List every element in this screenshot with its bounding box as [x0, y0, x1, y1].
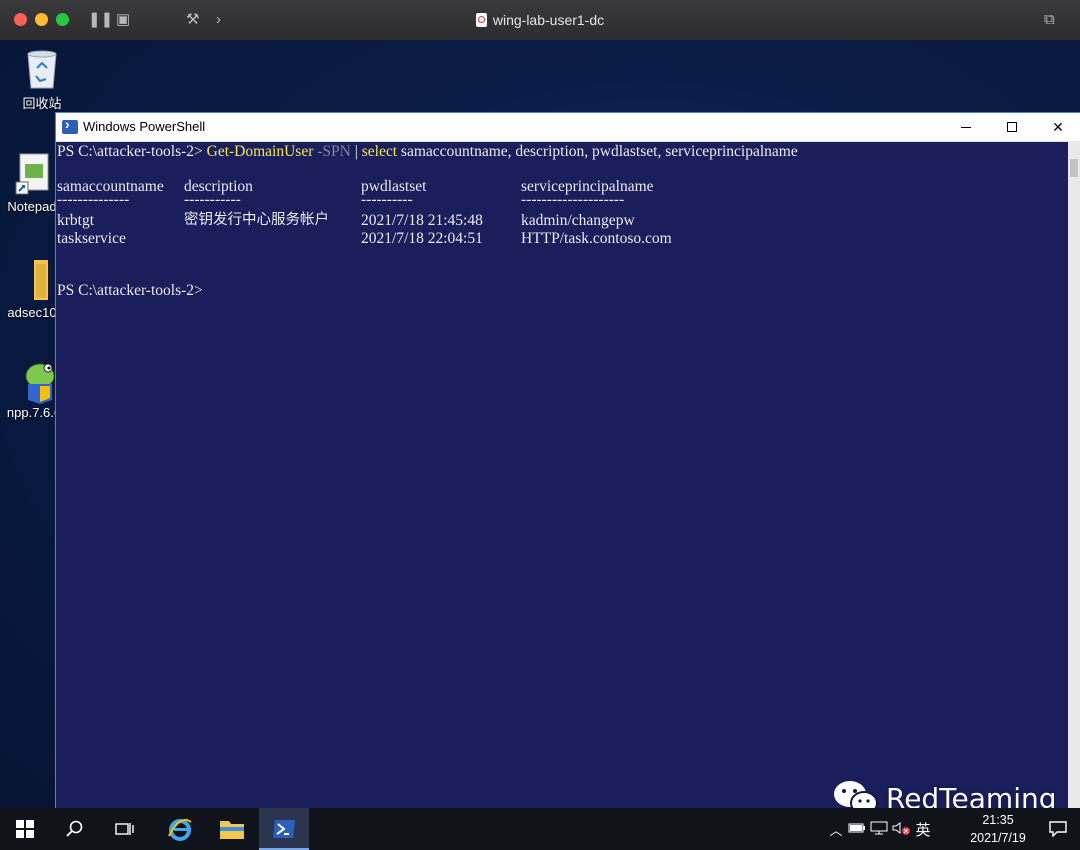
command-line: PS C:\attacker-tools-2> Get-DomainUser -… — [57, 143, 798, 160]
table-cell: 2021/7/18 22:04:51 — [361, 230, 483, 247]
recycle-bin-icon — [22, 46, 62, 90]
notification-icon — [1049, 821, 1067, 837]
vm-document-icon — [475, 13, 487, 27]
file-explorer-button[interactable] — [207, 808, 257, 850]
powershell-icon — [62, 116, 78, 134]
clock-date: 2021/7/19 — [970, 831, 1026, 845]
volume-muted-icon[interactable] — [890, 821, 912, 838]
table-underline: ----------- — [184, 191, 241, 208]
task-view-button[interactable] — [100, 808, 150, 850]
table-cell: 密钥发行中心服务帐户 — [184, 212, 329, 228]
action-center-button[interactable] — [1036, 808, 1080, 850]
task-view-icon — [115, 823, 134, 835]
table-underline: -------------- — [57, 191, 130, 208]
powershell-icon — [273, 820, 295, 838]
maximize-icon — [1007, 122, 1017, 132]
search-icon — [66, 820, 83, 837]
network-icon[interactable] — [868, 821, 890, 838]
scrollbar-thumb[interactable] — [1070, 159, 1078, 177]
powershell-title: Windows PowerShell — [83, 119, 206, 134]
host-window-titlebar: ❚❚ ▣ ⚒ › wing-lab-user1-dc ⧉ — [0, 0, 1080, 41]
table-cell: krbtgt — [57, 212, 95, 229]
final-prompt: PS C:\attacker-tools-2> — [57, 282, 203, 299]
param-text: -SPN — [317, 143, 351, 160]
windows-logo-icon — [16, 820, 34, 838]
clock[interactable]: 21:35 2021/7/19 — [960, 811, 1036, 847]
console-output[interactable]: PS C:\attacker-tools-2> Get-DomainUser -… — [57, 141, 1065, 808]
notepad-plus-plus-installer-icon — [14, 358, 55, 404]
battery-icon[interactable] — [846, 822, 868, 837]
table-underline: ---------- — [361, 191, 413, 208]
taskbar: ︿ 英 21:35 2021/7/19 — [0, 808, 1080, 850]
internet-explorer-icon — [168, 818, 192, 841]
chevron-up-icon[interactable]: ︿ — [826, 820, 846, 839]
desktop-icon-recycle-bin[interactable]: 回收站 — [2, 46, 82, 112]
file-explorer-icon — [220, 821, 244, 839]
powershell-taskbar-button[interactable] — [259, 808, 309, 850]
search-button[interactable] — [50, 808, 100, 850]
minimize-icon — [961, 126, 971, 128]
system-tray: ︿ 英 — [826, 808, 934, 850]
table-cell: HTTP/task.contoso.com — [521, 230, 672, 247]
pipe-text: | — [354, 143, 358, 160]
table-cell: kadmin/changepw — [521, 212, 635, 229]
minimize-button[interactable] — [943, 113, 989, 141]
table-cell: taskservice — [57, 230, 126, 247]
prompt-text: PS C:\attacker-tools-2> — [57, 143, 207, 160]
desktop-icon-label: 回收站 — [22, 96, 62, 111]
powershell-window[interactable]: Windows PowerShell ✕ PS C:\attacker-tool… — [56, 113, 1080, 808]
powershell-titlebar[interactable]: Windows PowerShell ✕ — [56, 113, 1080, 142]
ime-indicator[interactable]: 英 — [912, 819, 934, 840]
close-icon: ✕ — [1052, 118, 1064, 135]
table-cell: 2021/7/18 21:45:48 — [361, 212, 483, 229]
select-args-text: samaccountname, description, pwdlastset,… — [400, 143, 798, 160]
start-button[interactable] — [0, 808, 50, 850]
cmdlet-text: Get-DomainUser — [206, 143, 314, 160]
internet-explorer-button[interactable] — [155, 808, 205, 850]
folder-icon — [12, 258, 52, 302]
clock-time: 21:35 — [982, 813, 1014, 827]
vertical-scrollbar[interactable] — [1068, 141, 1080, 808]
host-window-title: wing-lab-user1-dc — [0, 0, 1080, 40]
notepad-shortcut-icon — [12, 152, 52, 196]
host-window-title-text: wing-lab-user1-dc — [492, 12, 605, 28]
select-text: select — [361, 143, 398, 160]
table-underline: -------------------- — [521, 191, 625, 208]
restore-window-icon[interactable]: ⧉ — [1044, 10, 1055, 30]
maximize-button[interactable] — [989, 113, 1035, 141]
close-button[interactable]: ✕ — [1035, 113, 1080, 141]
